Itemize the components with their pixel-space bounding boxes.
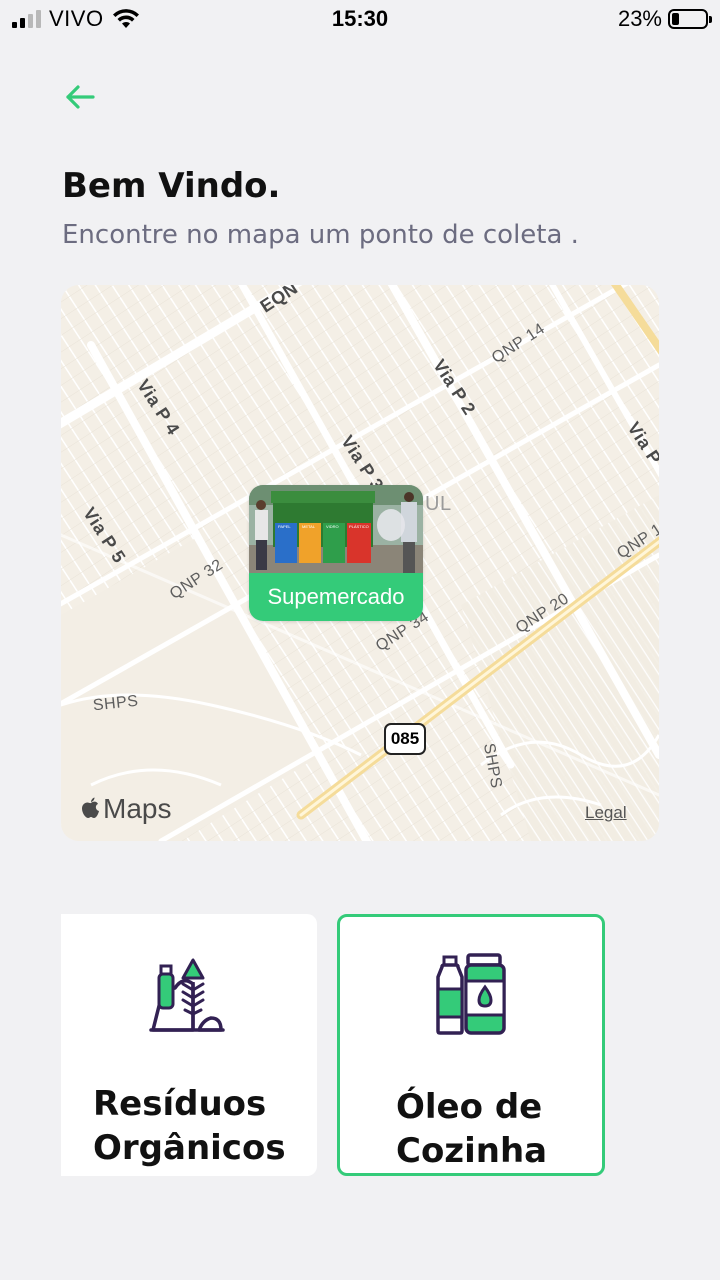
marker-label: Supemercado: [249, 573, 423, 621]
page-subtitle: Encontre no mapa um ponto de coleta .: [62, 220, 579, 250]
battery-percent: 23%: [617, 6, 662, 31]
bin-label-plastico: PLÁSTICO: [349, 524, 369, 529]
bin-label-vidro: VIDRO: [326, 524, 339, 529]
battery-icon: [668, 9, 712, 29]
category-label-organic: Resíduos Orgânicos: [93, 1084, 286, 1168]
category-card-cooking-oil[interactable]: Óleo de Cozinha: [337, 914, 605, 1176]
category-label-oil: Óleo de Cozinha: [396, 1087, 548, 1171]
status-bar: VIVO 15:30 23%: [0, 0, 720, 40]
map-label-ul: UL: [425, 493, 452, 515]
cooking-oil-icon: [436, 953, 506, 1035]
apple-maps-logo: Maps: [81, 793, 171, 825]
screen: VIVO 15:30 23% Bem Vindo. Encontre no ma…: [0, 0, 720, 1280]
back-button[interactable]: [62, 80, 98, 116]
status-right: 23%: [617, 6, 712, 32]
status-time: 15:30: [331, 6, 389, 31]
page-title: Bem Vindo.: [62, 166, 281, 206]
legal-link[interactable]: Legal: [585, 803, 627, 823]
battery-fill: [672, 13, 679, 25]
bin-label-metal: METAL: [302, 524, 316, 529]
apple-icon: [82, 797, 99, 818]
bin-label-papel: PAPEL: [278, 524, 291, 529]
arrow-left-icon: [66, 85, 95, 109]
category-card-organic-waste[interactable]: Resíduos Orgânicos: [61, 914, 317, 1176]
collection-point-marker[interactable]: PAPEL METAL VIDRO PLÁSTICO Supemercado: [249, 485, 423, 621]
maps-brand-text: Maps: [103, 793, 172, 824]
route-shield: 085: [384, 723, 426, 755]
organic-waste-icon: [149, 958, 225, 1032]
map-view[interactable]: EQN Via P 4 Via P 2 Via P 3 Via P 5 Via …: [61, 285, 659, 841]
collection-point-photo: PAPEL METAL VIDRO PLÁSTICO: [249, 485, 423, 573]
